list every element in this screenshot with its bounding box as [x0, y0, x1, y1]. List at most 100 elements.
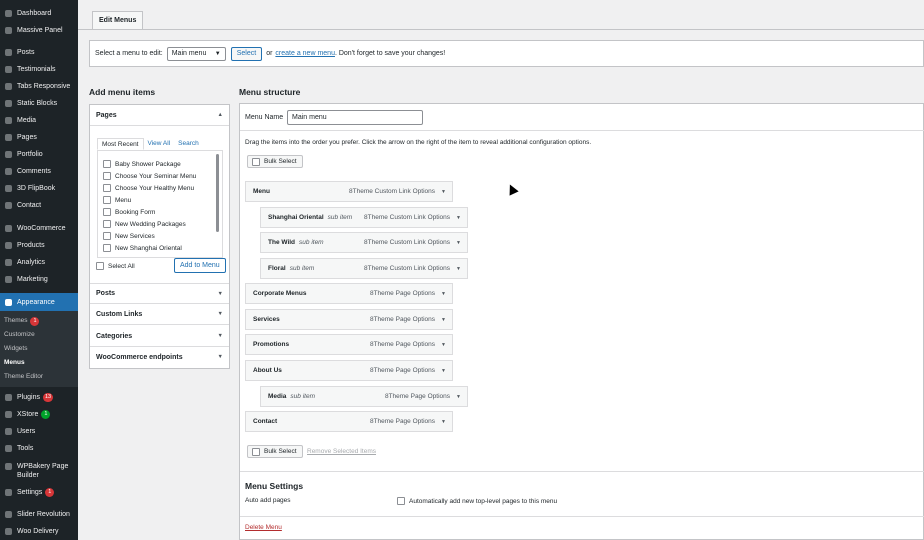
sidebar-item-pages[interactable]: Pages [0, 129, 78, 145]
page-checkbox[interactable] [103, 172, 111, 180]
page-checkbox[interactable] [103, 196, 111, 204]
users-icon [4, 427, 13, 436]
woocommerce-icon [4, 224, 13, 233]
or-text: or [266, 50, 273, 57]
sidebar-item-analytics[interactable]: Analytics [0, 254, 78, 270]
pages-section-header[interactable]: Pages ▲ [90, 105, 229, 126]
delete-menu-link[interactable]: Delete Menu [245, 524, 282, 531]
sidebar-item-wpbakery[interactable]: WPBakery Page Builder [0, 459, 78, 481]
caret-down-icon[interactable]: ▼ [441, 342, 446, 348]
page-checkbox[interactable] [103, 220, 111, 228]
menu-item[interactable]: Floral sub item 8Theme Custom Link Options… [260, 258, 468, 279]
bulk-select-checkbox[interactable] [252, 447, 260, 456]
bulk-select-button-top[interactable]: Bulk Select [247, 155, 303, 168]
list-item[interactable]: Choose Your Healthy Menu [103, 184, 194, 192]
custom-links-section-header[interactable]: Custom Links ▼ [90, 304, 229, 325]
list-item[interactable]: Baby Shower Package [103, 160, 181, 168]
page-checkbox[interactable] [103, 184, 111, 192]
auto-add-pages-checkbox[interactable] [397, 497, 405, 505]
menu-item[interactable]: Menu 8Theme Custom Link Options ▼ [245, 181, 453, 202]
sidebar-item-dashboard[interactable]: Dashboard [0, 5, 78, 21]
menu-item[interactable]: Corporate Menus 8Theme Page Options ▼ [245, 283, 453, 304]
page-checkbox[interactable] [103, 160, 111, 168]
sidebar-item-woo-delivery[interactable]: Woo Delivery [0, 523, 78, 539]
sidebar-item-testimonials[interactable]: Testimonials [0, 61, 78, 77]
caret-down-icon[interactable]: ▼ [456, 215, 461, 221]
bulk-select-button-bottom[interactable]: Bulk Select [247, 445, 303, 458]
menu-item[interactable]: Promotions 8Theme Page Options ▼ [245, 334, 453, 355]
select-button[interactable]: Select [230, 46, 263, 61]
page-checkbox[interactable] [103, 244, 111, 252]
submenu-menus[interactable]: Menus [4, 359, 25, 366]
create-new-menu-link[interactable]: create a new menu [275, 50, 335, 57]
sidebar-item-settings[interactable]: Settings 1 [0, 484, 78, 500]
menu-item[interactable]: Services 8Theme Page Options ▼ [245, 309, 453, 330]
sidebar-item-3d-flipbook[interactable]: 3D FlipBook [0, 180, 78, 196]
menu-select-dropdown[interactable]: Main menu ▼ [166, 46, 226, 61]
menu-name-input[interactable]: Main menu [287, 110, 423, 125]
tab-view-all[interactable]: View All [144, 138, 175, 150]
submenu-theme-editor[interactable]: Theme Editor [4, 373, 43, 380]
sidebar-item-portfolio[interactable]: Portfolio [0, 146, 78, 162]
pages-scrollbar[interactable] [216, 154, 219, 232]
menu-name-label: Menu Name [245, 114, 284, 121]
sidebar-item-media[interactable]: Media [0, 112, 78, 128]
sidebar-item-tabs-responsive[interactable]: Tabs Responsive [0, 78, 78, 94]
menu-item[interactable]: Contact 8Theme Page Options ▼ [245, 411, 453, 432]
sidebar-item-woocommerce[interactable]: WooCommerce [0, 220, 78, 236]
sidebar-item-posts[interactable]: Posts [0, 44, 78, 60]
list-item[interactable]: New Shanghai Oriental [103, 244, 182, 252]
caret-down-icon[interactable]: ▼ [456, 394, 461, 400]
list-item[interactable]: Choose Your Seminar Menu [103, 172, 196, 180]
sidebar-item-slider-revolution[interactable]: Slider Revolution [0, 506, 78, 522]
sidebar-item-marketing[interactable]: Marketing [0, 271, 78, 287]
menu-item[interactable]: Shanghai Oriental sub item 8Theme Custom L… [260, 207, 468, 228]
select-menu-label: Select a menu to edit: [95, 50, 163, 57]
tab-edit-menus[interactable]: Edit Menus [92, 11, 144, 29]
submenu-customize[interactable]: Customize [4, 331, 35, 338]
woocommerce-endpoints-section-header[interactable]: WooCommerce endpoints ▼ [90, 347, 229, 368]
sidebar-item-appearance[interactable]: Appearance [0, 293, 78, 311]
save-reminder-text: . Don't forget to save your changes! [334, 50, 446, 57]
caret-down-icon[interactable]: ▼ [441, 368, 446, 374]
sidebar-item-contact[interactable]: Contact [0, 197, 78, 213]
select-all-checkbox[interactable] [96, 262, 104, 270]
bulk-select-checkbox[interactable] [252, 157, 260, 166]
page-checkbox[interactable] [103, 232, 111, 240]
add-to-menu-button[interactable]: Add to Menu [174, 258, 226, 273]
list-item[interactable]: New Wedding Packages [103, 220, 186, 228]
sidebar-item-tools[interactable]: Tools [0, 440, 78, 456]
sidebar-item-static-blocks[interactable]: Static Blocks [0, 95, 78, 111]
xstore-badge: 1 [41, 409, 51, 419]
submenu-themes[interactable]: Themes 1 [4, 317, 40, 326]
menu-item[interactable]: The Wild sub item 8Theme Custom Link Optio… [260, 232, 468, 253]
sidebar-item-products[interactable]: Products [0, 237, 78, 253]
select-all-checkbox-row[interactable]: Select All [96, 262, 135, 270]
sidebar-item-plugins[interactable]: Plugins 13 [0, 389, 78, 405]
submenu-widgets[interactable]: Widgets [4, 345, 27, 352]
menu-item[interactable]: Media sub item 8Theme Page Options ▼ [260, 386, 468, 407]
auto-add-pages-option[interactable]: Automatically add new top-level pages to… [397, 497, 557, 505]
categories-section-header[interactable]: Categories ▼ [90, 326, 229, 347]
sidebar-item-users[interactable]: Users [0, 423, 78, 439]
list-item[interactable]: Menu [103, 196, 131, 204]
caret-down-icon[interactable]: ▼ [441, 317, 446, 323]
menu-item[interactable]: About Us 8Theme Page Options ▼ [245, 360, 453, 381]
sidebar-item-xstore[interactable]: XStore 1 [0, 406, 78, 422]
caret-down-icon[interactable]: ▼ [441, 189, 446, 195]
tab-most-recent[interactable]: Most Recent [97, 138, 144, 150]
caret-down-icon[interactable]: ▼ [456, 266, 461, 272]
sidebar-item-massive-panel[interactable]: Massive Panel [0, 22, 78, 38]
tab-search[interactable]: Search [174, 138, 203, 150]
remove-selected-items-link[interactable]: Remove Selected Items [307, 448, 376, 455]
pages-icon [4, 133, 13, 142]
posts-section-header[interactable]: Posts ▼ [90, 283, 229, 304]
caret-down-icon[interactable]: ▼ [441, 291, 446, 297]
list-item[interactable]: Booking Form [103, 208, 155, 216]
caret-down-icon[interactable]: ▼ [441, 419, 446, 425]
sidebar-item-comments[interactable]: Comments [0, 163, 78, 179]
page-checkbox[interactable] [103, 208, 111, 216]
list-item[interactable]: New Services [103, 232, 155, 240]
caret-down-icon[interactable]: ▼ [456, 240, 461, 246]
menu-structure-panel: Menu Name Main menu Drag the items into … [239, 103, 924, 540]
